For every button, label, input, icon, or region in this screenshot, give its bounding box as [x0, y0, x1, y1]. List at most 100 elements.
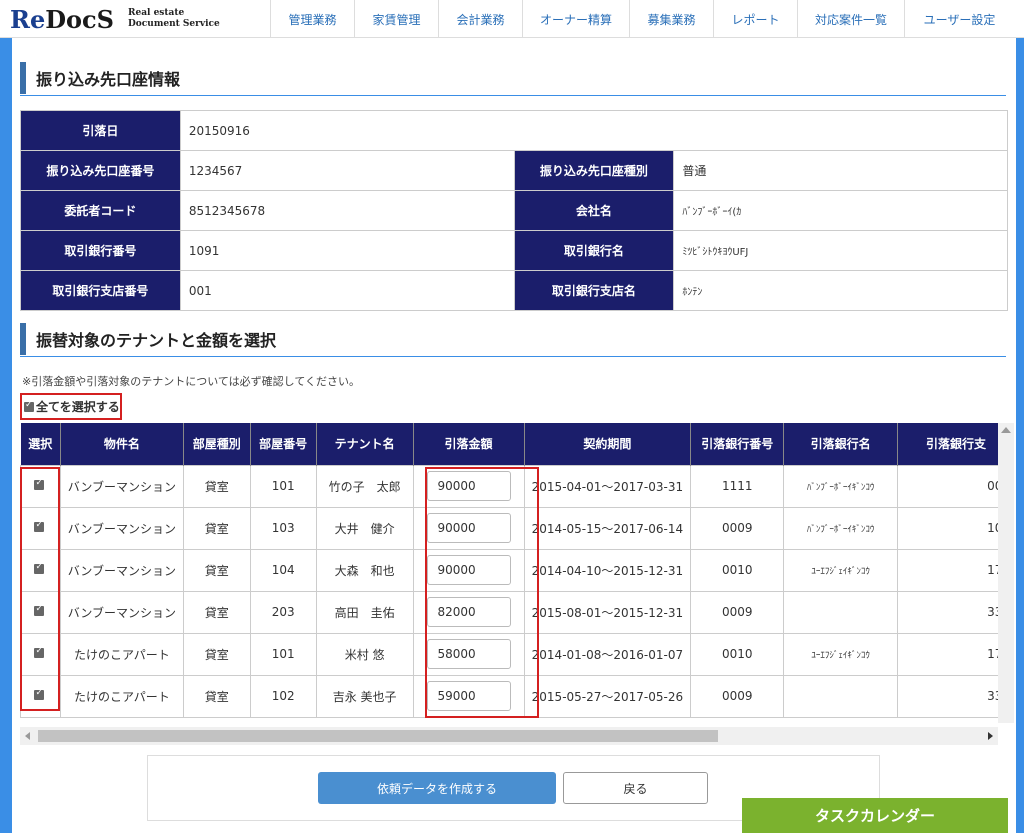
cell-branch: 333 [897, 674, 1006, 718]
amount-input[interactable]: 90000 [426, 555, 511, 585]
cell-period: 2015-08-01～2015-12-31 [523, 590, 692, 634]
cell-room: 101 [249, 632, 317, 676]
amount-input[interactable]: 90000 [426, 513, 511, 543]
row-select-checkbox[interactable] [20, 632, 61, 676]
cell-property: バンブーマンション [59, 590, 184, 634]
logo-re: Re [10, 4, 46, 34]
label-company: 会社名 [513, 190, 675, 231]
vertical-scrollbar[interactable] [998, 423, 1014, 723]
task-calendar-button[interactable]: タスクカレンダー [742, 798, 1008, 833]
column-header: 選択 [20, 423, 61, 465]
nav-item-7[interactable]: ユーザー設定 [904, 0, 1014, 38]
cell-room: 103 [249, 506, 317, 550]
cell-period: 2015-04-01～2017-03-31 [523, 464, 692, 508]
value-debit-date: 20150916 [179, 110, 1009, 151]
checkbox-checked-icon [34, 520, 45, 532]
frame-right [1016, 38, 1024, 833]
scroll-thumb[interactable] [38, 730, 718, 742]
row-select-checkbox[interactable] [20, 590, 61, 634]
cell-bank_name [783, 674, 899, 718]
horizontal-scrollbar[interactable] [20, 727, 998, 745]
amount-cell: 58000 [412, 632, 525, 676]
cell-branch: 171 [897, 548, 1006, 592]
back-button[interactable]: 戻る [563, 772, 708, 804]
cell-bank_name: ﾕｰｴﾌｼﾞｪｲｷﾞﾝｺｳ [783, 632, 899, 676]
value-company: ﾊﾞﾝﾌﾞｰﾎﾞｰｲ(ｶ [673, 190, 1008, 231]
cell-period: 2015-05-27～2017-05-26 [523, 674, 692, 718]
cell-type: 貸室 [182, 632, 251, 676]
value-bank-name: ﾐﾂﾋﾞｼﾄｳｷﾖｳUFJ [673, 230, 1008, 271]
confirmation-note: ※引落金額や引落対象のテナントについては必ず確認してください。 [22, 375, 361, 388]
column-header: 引落銀行支 [897, 423, 1006, 465]
cell-property: バンブーマンション [59, 506, 184, 550]
cell-bank_name: ﾕｰｴﾌｼﾞｪｲｷﾞﾝｺｳ [783, 548, 899, 592]
main-content: 振り込み先口座情報 引落日 20150916 振り込み先口座番号 1234567… [12, 38, 1016, 833]
column-header: 引落銀行名 [783, 423, 899, 465]
select-all-checkbox[interactable]: 全てを選択する [20, 393, 122, 420]
cell-bank_name [783, 590, 899, 634]
section-title-text: 振り込み先口座情報 [36, 69, 181, 89]
amount-input[interactable]: 58000 [426, 639, 511, 669]
column-header: テナント名 [316, 423, 414, 465]
cell-branch: 009 [897, 464, 1006, 508]
section-title-account: 振り込み先口座情報 [20, 60, 1006, 96]
column-header: 引落銀行番号 [690, 423, 785, 465]
table-row: バンブーマンション貸室101竹の子 太郎 90000 2015-04-01～2017… [20, 464, 1006, 508]
cell-type: 貸室 [182, 506, 251, 550]
amount-cell: 90000 [412, 506, 525, 550]
cell-room: 101 [249, 464, 317, 508]
cell-branch: 171 [897, 632, 1006, 676]
label-bank-number: 取引銀行番号 [20, 230, 181, 271]
cell-tenant: 竹の子 太郎 [315, 464, 414, 508]
nav-item-4[interactable]: 募集業務 [629, 0, 713, 38]
table-row: バンブーマンション貸室103大井 健介 90000 2014-05-15～2017-… [20, 506, 1006, 550]
amount-input[interactable]: 59000 [426, 681, 511, 711]
cell-property: バンブーマンション [59, 548, 184, 592]
scroll-right-icon[interactable] [988, 732, 993, 740]
nav-item-5[interactable]: レポート [713, 0, 797, 38]
cell-property: たけのこアパート [59, 674, 184, 718]
row-select-checkbox[interactable] [20, 674, 61, 718]
scroll-up-icon[interactable] [1001, 427, 1011, 433]
row-select-checkbox[interactable] [20, 464, 61, 508]
row-select-checkbox[interactable] [20, 506, 61, 550]
amount-input[interactable]: 90000 [426, 471, 511, 501]
cell-tenant: 大井 健介 [315, 506, 414, 550]
cell-tenant: 米村 悠 [315, 632, 414, 676]
select-all-label: 全てを選択する [36, 400, 120, 414]
cell-bank_name: ﾊﾞﾝﾌﾞｰﾎﾞｰｲｷﾞﾝｺｳ [783, 464, 899, 508]
logo-subtitle: Real estate Document Service [128, 8, 220, 30]
cell-type: 貸室 [182, 464, 251, 508]
scroll-left-icon[interactable] [25, 732, 30, 740]
create-request-data-button[interactable]: 依頼データを作成する [318, 772, 556, 804]
amount-input[interactable]: 82000 [426, 597, 511, 627]
cell-bank_no: 0009 [690, 674, 785, 718]
tenant-table: 選択 物件名 部屋種別 部屋番号 テナント名 引落金額 契約期間 引落銀行番号 引落銀行名 引落銀… [20, 423, 1006, 718]
cell-tenant: 大森 和也 [315, 548, 414, 592]
nav-item-3[interactable]: オーナー精算 [522, 0, 629, 38]
checkbox-checked-icon [34, 646, 45, 658]
label-account-type: 振り込み先口座種別 [513, 150, 675, 191]
nav-item-1[interactable]: 家賃管理 [354, 0, 438, 38]
row-select-checkbox[interactable] [20, 548, 61, 592]
nav-item-2[interactable]: 会計業務 [438, 0, 522, 38]
nav-item-6[interactable]: 対応案件一覧 [797, 0, 904, 38]
checkbox-checked-icon [34, 604, 45, 616]
value-branch-name: ﾎﾝﾃﾝ [673, 270, 1008, 311]
column-header: 部屋番号 [250, 423, 317, 465]
cell-room: 203 [249, 590, 317, 634]
cell-property: たけのこアパート [59, 632, 184, 676]
cell-property: バンブーマンション [59, 464, 184, 508]
cell-period: 2014-05-15～2017-06-14 [523, 506, 692, 550]
cell-type: 貸室 [182, 674, 251, 718]
cell-period: 2014-01-08～2016-01-07 [523, 632, 692, 676]
label-branch-name: 取引銀行支店名 [513, 270, 675, 311]
cell-branch: 102 [897, 506, 1006, 550]
value-account-type: 普通 [673, 150, 1008, 191]
column-header: 物件名 [60, 423, 184, 465]
nav-item-0[interactable]: 管理業務 [270, 0, 354, 38]
cell-bank_no: 1111 [690, 464, 785, 508]
column-header: 引落金額 [413, 423, 525, 465]
section-bar [20, 322, 26, 355]
redocs-logo[interactable]: Re DocS Real estate Document Service [0, 0, 270, 38]
